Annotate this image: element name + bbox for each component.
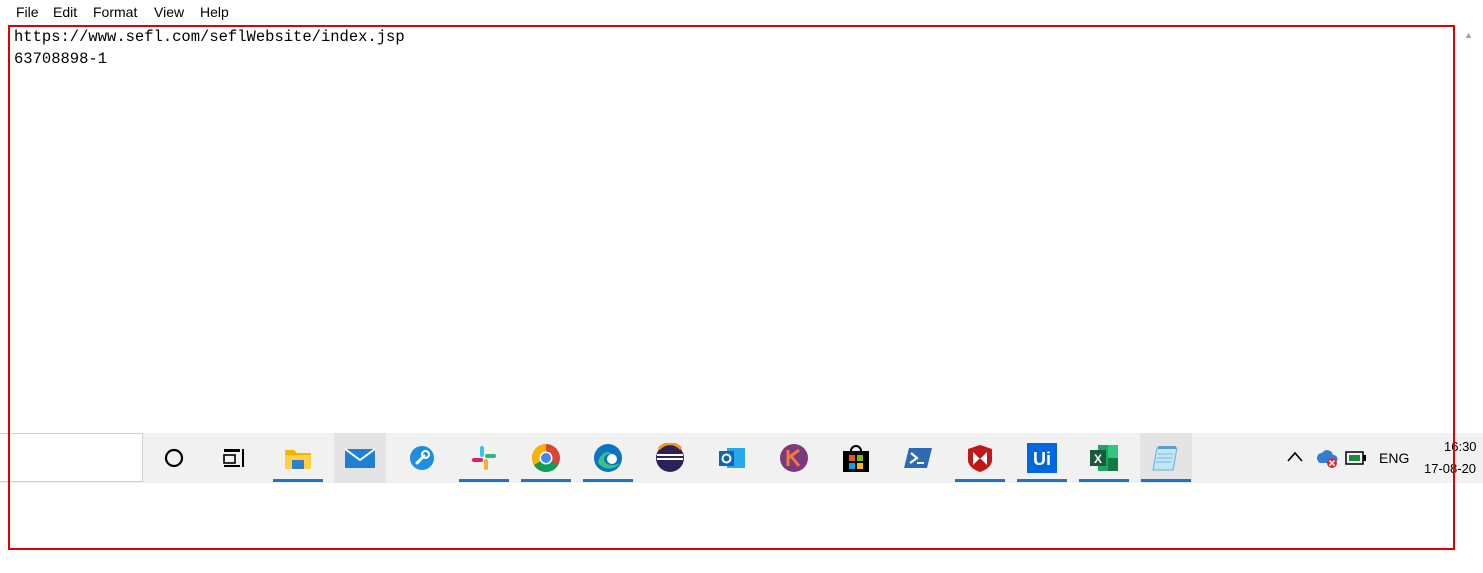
taskbar-excel[interactable]: X — [1078, 433, 1130, 483]
taskbar-notepad[interactable] — [1140, 433, 1192, 483]
running-indicator — [1141, 479, 1191, 482]
editor-line-number: 63708898-1 — [14, 50, 108, 68]
task-view-button[interactable] — [208, 433, 260, 483]
clock-time[interactable]: 16:30 — [1444, 439, 1477, 454]
menu-bar: File Edit Format View Help — [0, 0, 1483, 24]
menu-view[interactable]: View — [154, 4, 184, 20]
taskbar-wrench-tool[interactable] — [396, 433, 448, 483]
excel-label: X — [1094, 452, 1102, 466]
powershell-icon — [904, 448, 932, 468]
file-explorer-icon — [285, 450, 311, 469]
chrome-icon — [532, 444, 560, 472]
taskbar-mail[interactable] — [334, 433, 386, 483]
uipath-icon: Ui — [1027, 443, 1057, 473]
running-indicator — [273, 479, 323, 482]
slack-icon — [472, 446, 496, 470]
outlook-icon — [719, 448, 745, 468]
excel-icon: X — [1090, 445, 1118, 471]
editor-line-url: https://www.sefl.com/seflWebsite/index.j… — [14, 28, 405, 46]
uipath-label: Ui — [1033, 449, 1051, 469]
onedrive-error-icon[interactable] — [1314, 447, 1340, 469]
eclipse-icon — [656, 443, 684, 472]
show-hidden-icons-chevron-icon[interactable] — [1285, 447, 1305, 467]
notepad-icon — [1152, 446, 1178, 471]
running-indicator — [583, 479, 633, 482]
taskbar-file-explorer[interactable] — [272, 433, 324, 483]
text-editor[interactable]: https://www.sefl.com/seflWebsite/index.j… — [0, 24, 1455, 573]
taskbar-search-box[interactable] — [0, 433, 143, 482]
battery-charging-icon[interactable] — [1345, 449, 1369, 467]
taskbar-uipath[interactable]: Ui — [1016, 433, 1068, 483]
running-indicator — [521, 479, 571, 482]
taskbar-chrome[interactable] — [520, 433, 572, 483]
running-indicator — [1079, 479, 1129, 482]
menu-edit[interactable]: Edit — [53, 4, 77, 20]
taskbar: Ui X ENG 16:30 17-08-20 — [0, 433, 1483, 483]
taskbar-mcafee[interactable] — [954, 433, 1006, 483]
kotlin-app-icon — [780, 444, 808, 472]
menu-format[interactable]: Format — [93, 4, 137, 20]
running-indicator — [955, 479, 1005, 482]
mail-icon — [344, 448, 376, 468]
wrench-tool-icon — [410, 446, 434, 470]
taskbar-eclipse[interactable] — [644, 433, 696, 483]
taskbar-outlook[interactable] — [706, 433, 758, 483]
mcafee-icon — [968, 445, 992, 472]
cortana-button[interactable] — [148, 433, 200, 483]
clock-date[interactable]: 17-08-20 — [1424, 461, 1476, 476]
task-view-icon — [223, 449, 244, 467]
scroll-up-arrow-icon[interactable]: ▲ — [1464, 30, 1473, 40]
taskbar-microsoft-store[interactable] — [830, 433, 882, 483]
running-indicator — [1017, 479, 1067, 482]
cortana-icon — [164, 448, 184, 468]
menu-file[interactable]: File — [16, 4, 39, 20]
running-indicator — [459, 479, 509, 482]
microsoft-store-icon — [843, 445, 869, 472]
taskbar-kotlin-app[interactable] — [768, 433, 820, 483]
vertical-scrollbar[interactable]: ▲ — [1455, 24, 1483, 434]
menu-help[interactable]: Help — [200, 4, 229, 20]
edge-icon — [594, 444, 622, 472]
taskbar-edge[interactable] — [582, 433, 634, 483]
taskbar-powershell[interactable] — [892, 433, 944, 483]
taskbar-slack[interactable] — [458, 433, 510, 483]
input-language-indicator[interactable]: ENG — [1379, 450, 1409, 466]
